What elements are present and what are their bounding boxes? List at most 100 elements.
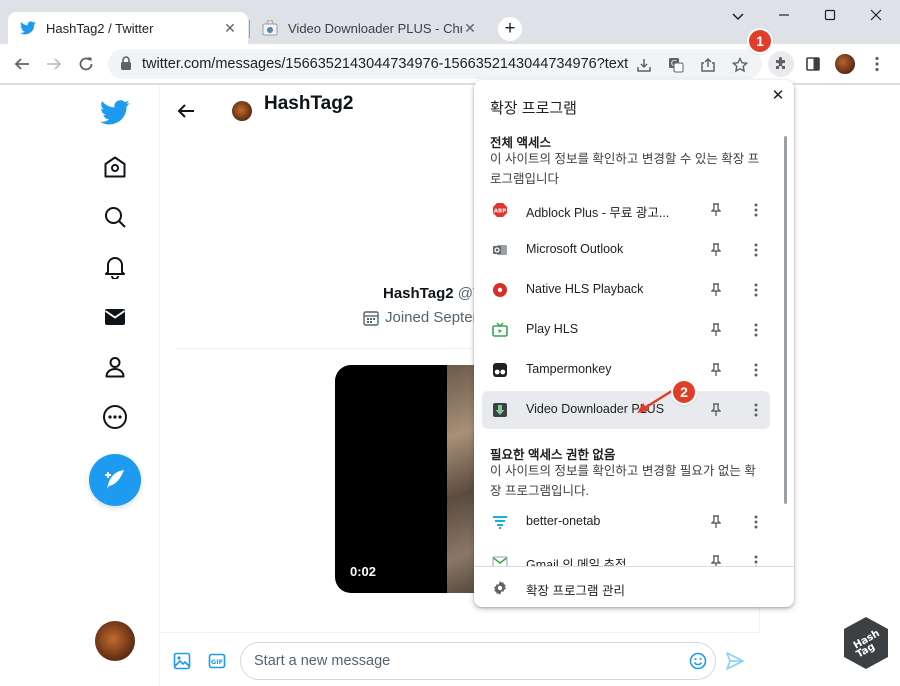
- reload-icon[interactable]: [72, 50, 100, 78]
- more-options-icon[interactable]: [748, 362, 764, 378]
- more-options-icon[interactable]: [748, 514, 764, 530]
- more-options-icon[interactable]: [748, 242, 764, 258]
- extension-name: Native HLS Playback: [526, 282, 644, 296]
- popup-title: 확장 프로그램: [490, 100, 577, 117]
- extension-row-microsoft-outlook[interactable]: Microsoft Outlook: [482, 231, 770, 269]
- twitter-bird-icon: [20, 20, 36, 36]
- extensions-puzzle-icon[interactable]: [768, 51, 794, 77]
- home-icon[interactable]: [100, 152, 130, 182]
- new-tab-button[interactable]: +: [498, 17, 522, 41]
- forward-arrow-icon[interactable]: [40, 50, 68, 78]
- callout-badge-2: 2: [673, 381, 695, 403]
- extension-name: Play HLS: [526, 322, 579, 336]
- send-icon[interactable]: [725, 651, 745, 671]
- profile-name-line: HashTag2 @T: [383, 285, 482, 302]
- account-avatar[interactable]: [95, 621, 135, 661]
- more-options-icon[interactable]: [748, 202, 764, 218]
- video-message[interactable]: 0:02: [335, 365, 495, 593]
- tampermonkey-icon: [492, 362, 508, 378]
- callout-badge-1: 1: [749, 30, 771, 52]
- extension-row-native-hls-playback[interactable]: Native HLS Playback: [482, 271, 770, 309]
- svg-text:ABP: ABP: [494, 209, 506, 215]
- abp-icon: ABP: [492, 202, 508, 218]
- explore-search-icon[interactable]: [100, 202, 130, 232]
- gif-icon[interactable]: GIF: [207, 651, 227, 671]
- chrome-menu-kebab-icon[interactable]: [864, 51, 890, 77]
- popup-close-icon[interactable]: ✕: [770, 88, 786, 104]
- manage-extensions-label: 확장 프로그램 관리: [526, 584, 625, 598]
- side-panel-icon[interactable]: [800, 51, 826, 77]
- tab-title: Video Downloader PLUS - Chrome: [288, 20, 462, 36]
- extensions-menu-popup: 확장 프로그램 ✕ 전체 액세스 이 사이트의 정보를 확인하고 변경할 수 있…: [474, 80, 794, 607]
- video-duration: 0:02: [350, 564, 377, 579]
- tab-twitter[interactable]: HashTag2 / Twitter ✕: [8, 12, 248, 44]
- no-access-desc: 이 사이트의 정보를 확인하고 변경할 필요가 없는 확장 프로그램입니다.: [490, 464, 756, 498]
- back-arrow-icon[interactable]: [8, 50, 36, 78]
- full-access-desc: 이 사이트의 정보를 확인하고 변경할 수 있는 확장 프로그램입니다: [490, 152, 760, 186]
- tab-search-chevron-icon[interactable]: [716, 4, 760, 28]
- conversation-title: HashTag2: [264, 93, 354, 114]
- extension-row-better-onetab[interactable]: better-onetab: [482, 503, 770, 541]
- extension-row-tampermonkey[interactable]: Tampermonkey: [482, 351, 770, 389]
- pin-icon[interactable]: [708, 514, 724, 530]
- tv-icon: [492, 322, 508, 338]
- message-placeholder: Start a new message: [254, 653, 391, 669]
- extension-name: better-onetab: [526, 514, 601, 528]
- conversation-avatar[interactable]: [232, 101, 252, 121]
- translate-icon[interactable]: G: [665, 54, 687, 76]
- feather-quill-icon: [105, 470, 124, 489]
- pin-icon[interactable]: [708, 202, 724, 218]
- more-options-icon[interactable]: [748, 402, 764, 418]
- manage-extensions-button[interactable]: 확장 프로그램 관리: [474, 566, 794, 607]
- address-url: twitter.com/messages/1566352143044734976…: [142, 56, 628, 72]
- emoji-icon[interactable]: [689, 652, 707, 675]
- outlook-icon: [492, 242, 508, 258]
- compose-tweet-button[interactable]: [89, 454, 141, 506]
- profile-display-name: HashTag2: [383, 285, 454, 302]
- install-app-icon[interactable]: [633, 54, 655, 76]
- close-window-icon[interactable]: [854, 4, 898, 28]
- pin-icon[interactable]: [708, 362, 724, 378]
- extension-row-play-hls[interactable]: Play HLS: [482, 311, 770, 349]
- notifications-bell-icon[interactable]: [100, 252, 130, 282]
- extension-name: Microsoft Outlook: [526, 242, 624, 256]
- pin-icon[interactable]: [708, 402, 724, 418]
- extension-name: Adblock Plus - 무료 광고...: [526, 206, 670, 220]
- bookmark-star-icon[interactable]: [729, 54, 751, 76]
- tab-close-icon[interactable]: ✕: [222, 20, 238, 36]
- lock-icon[interactable]: [120, 56, 132, 76]
- twitter-sidebar: [0, 85, 160, 686]
- profile-person-icon[interactable]: [100, 352, 130, 382]
- more-circle-icon[interactable]: [100, 402, 130, 432]
- more-options-icon[interactable]: [748, 282, 764, 298]
- message-composer: GIF Start a new message: [160, 632, 760, 686]
- back-arrow-icon[interactable]: [176, 101, 198, 123]
- more-options-icon[interactable]: [748, 322, 764, 338]
- hls-playback-icon: [492, 282, 508, 298]
- media-image-icon[interactable]: [172, 651, 192, 671]
- maximize-icon[interactable]: [808, 4, 852, 28]
- twitter-logo-icon[interactable]: [100, 97, 130, 127]
- popup-scrollbar[interactable]: [784, 136, 787, 504]
- share-icon[interactable]: [697, 54, 719, 76]
- tab-close-icon[interactable]: ✕: [462, 20, 478, 36]
- minimize-icon[interactable]: [762, 4, 806, 28]
- extension-row-video-downloader-plus[interactable]: Video Downloader PLUS: [482, 391, 770, 429]
- hashtag-watermark-logo: Hash Tag: [844, 617, 888, 669]
- pin-icon[interactable]: [708, 282, 724, 298]
- pin-icon[interactable]: [708, 322, 724, 338]
- gear-icon: [492, 580, 508, 601]
- address-bar[interactable]: twitter.com/messages/1566352143044734976…: [108, 49, 762, 79]
- chrome-web-store-icon: [262, 20, 278, 36]
- tab-title: HashTag2 / Twitter: [46, 20, 154, 36]
- calendar-icon: [363, 310, 379, 326]
- svg-text:GIF: GIF: [211, 658, 223, 666]
- profile-avatar[interactable]: [832, 51, 858, 77]
- extension-name: Tampermonkey: [526, 362, 612, 376]
- tab-video-downloader[interactable]: Video Downloader PLUS - Chrome ✕: [250, 12, 488, 44]
- message-input[interactable]: Start a new message: [240, 642, 716, 680]
- extension-row-adblock-plus[interactable]: ABP Adblock Plus - 무료 광고...: [482, 191, 770, 229]
- messages-mail-icon[interactable]: [100, 302, 130, 332]
- pin-icon[interactable]: [708, 242, 724, 258]
- joined-text: Joined Septem: [385, 309, 486, 326]
